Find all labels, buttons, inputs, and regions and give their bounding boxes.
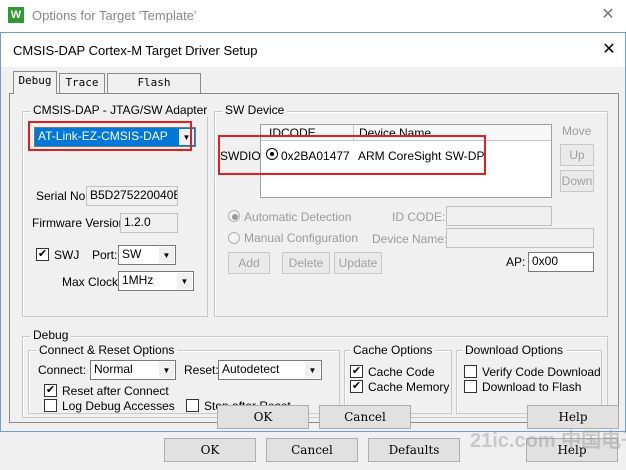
ok-button[interactable]: OK <box>217 405 309 429</box>
dialog-close-icon[interactable]: ✕ <box>597 39 621 61</box>
chevron-down-icon[interactable]: ▼ <box>159 247 174 263</box>
chevron-down-icon[interactable]: ▼ <box>177 273 192 289</box>
download-options-label: Download Options <box>462 343 567 357</box>
chevron-down-icon[interactable]: ▼ <box>305 362 320 378</box>
tab-trace[interactable]: Trace <box>59 73 105 93</box>
max-clock-select-value: 1MHz <box>122 273 154 287</box>
max-clock-select[interactable]: 1MHz ▼ <box>118 271 194 291</box>
reset-select[interactable]: Autodetect ▼ <box>218 360 322 380</box>
max-clock-label: Max Clock: <box>62 275 122 289</box>
reset-after-connect-label: Reset after Connect <box>62 384 169 398</box>
device-name-field[interactable] <box>446 228 594 248</box>
reset-label: Reset: <box>184 363 219 377</box>
auto-detect-radio[interactable] <box>228 210 240 222</box>
outer-ok-button[interactable]: OK <box>164 438 256 462</box>
cache-memory-label: Cache Memory <box>368 380 450 394</box>
manual-config-label: Manual Configuration <box>244 231 359 245</box>
manual-config-radio[interactable] <box>228 232 240 244</box>
adapter-highlight-box <box>28 121 192 151</box>
dialog-title-bar: CMSIS-DAP Cortex-M Target Driver Setup ✕ <box>1 33 625 67</box>
id-code-label: ID CODE: <box>392 210 446 224</box>
outer-defaults-button[interactable]: Defaults <box>368 438 460 462</box>
download-to-flash-label: Download to Flash <box>482 380 582 394</box>
chevron-down-icon[interactable]: ▼ <box>159 362 174 378</box>
debug-tab-panel: CMSIS-DAP - JTAG/SW Adapter AT-Link-EZ-C… <box>9 93 619 423</box>
auto-detect-label: Automatic Detection <box>244 210 352 224</box>
reset-after-connect-checkbox[interactable]: ✔ <box>44 384 57 397</box>
add-button[interactable]: Add <box>228 252 270 274</box>
serial-field: B5D275220040B5 <box>86 186 178 206</box>
download-to-flash-checkbox[interactable] <box>464 380 477 393</box>
cache-code-checkbox[interactable]: ✔ <box>350 365 363 378</box>
outer-cancel-button[interactable]: Cancel <box>266 438 358 462</box>
id-code-field[interactable] <box>446 206 552 226</box>
firmware-label: Firmware Version: <box>32 216 129 230</box>
cache-memory-checkbox[interactable]: ✔ <box>350 380 363 393</box>
sw-device-group-label: SW Device <box>222 103 288 117</box>
update-button[interactable]: Update <box>334 252 382 274</box>
watermark: 21ic.com 中国电子网 <box>470 430 626 452</box>
log-debug-label: Log Debug Accesses <box>62 399 175 413</box>
outer-window-title: Options for Target 'Template' <box>32 8 197 23</box>
device-highlight-box <box>218 135 486 175</box>
connect-select[interactable]: Normal ▼ <box>90 360 176 380</box>
reset-select-value: Autodetect <box>222 362 280 376</box>
cancel-button[interactable]: Cancel <box>319 405 411 429</box>
port-label: Port: <box>92 248 118 262</box>
ap-field[interactable]: 0x00 <box>528 252 594 272</box>
cache-code-label: Cache Code <box>368 365 435 379</box>
verify-download-checkbox[interactable] <box>464 365 477 378</box>
serial-label: Serial No: <box>36 189 89 203</box>
firmware-field: 1.2.0 <box>120 213 178 233</box>
log-debug-checkbox[interactable] <box>44 399 57 412</box>
debug-group-label: Debug <box>30 328 72 342</box>
verify-download-label: Verify Code Download <box>482 365 601 379</box>
port-select-value: SW <box>122 247 142 261</box>
adapter-group-label: CMSIS-DAP - JTAG/SW Adapter <box>30 103 211 117</box>
port-select[interactable]: SW ▼ <box>118 245 176 265</box>
outer-title-bar: W Options for Target 'Template' ✕ <box>0 0 626 32</box>
connect-select-value: Normal <box>94 362 133 376</box>
swj-label: SWJ <box>54 248 80 262</box>
keil-logo-icon: W <box>8 7 24 23</box>
outer-close-icon[interactable]: ✕ <box>596 4 620 26</box>
ap-label: AP: <box>506 255 526 269</box>
tab-debug[interactable]: Debug <box>13 71 57 94</box>
move-down-button[interactable]: Down <box>560 170 594 192</box>
delete-button[interactable]: Delete <box>282 252 330 274</box>
move-label: Move <box>562 124 592 138</box>
dialog-title: CMSIS-DAP Cortex-M Target Driver Setup <box>13 43 258 58</box>
swj-checkbox[interactable]: ✔ <box>36 248 49 261</box>
tab-flash-download[interactable]: Flash Download <box>107 73 201 107</box>
connect-label: Connect: <box>38 363 87 377</box>
target-driver-setup-dialog: CMSIS-DAP Cortex-M Target Driver Setup ✕… <box>0 32 626 432</box>
move-up-button[interactable]: Up <box>560 144 594 166</box>
device-name-label: Device Name: <box>372 232 448 246</box>
stop-after-reset-checkbox[interactable] <box>186 399 199 412</box>
connect-reset-label: Connect & Reset Options <box>36 343 178 357</box>
cache-options-label: Cache Options <box>350 343 436 357</box>
